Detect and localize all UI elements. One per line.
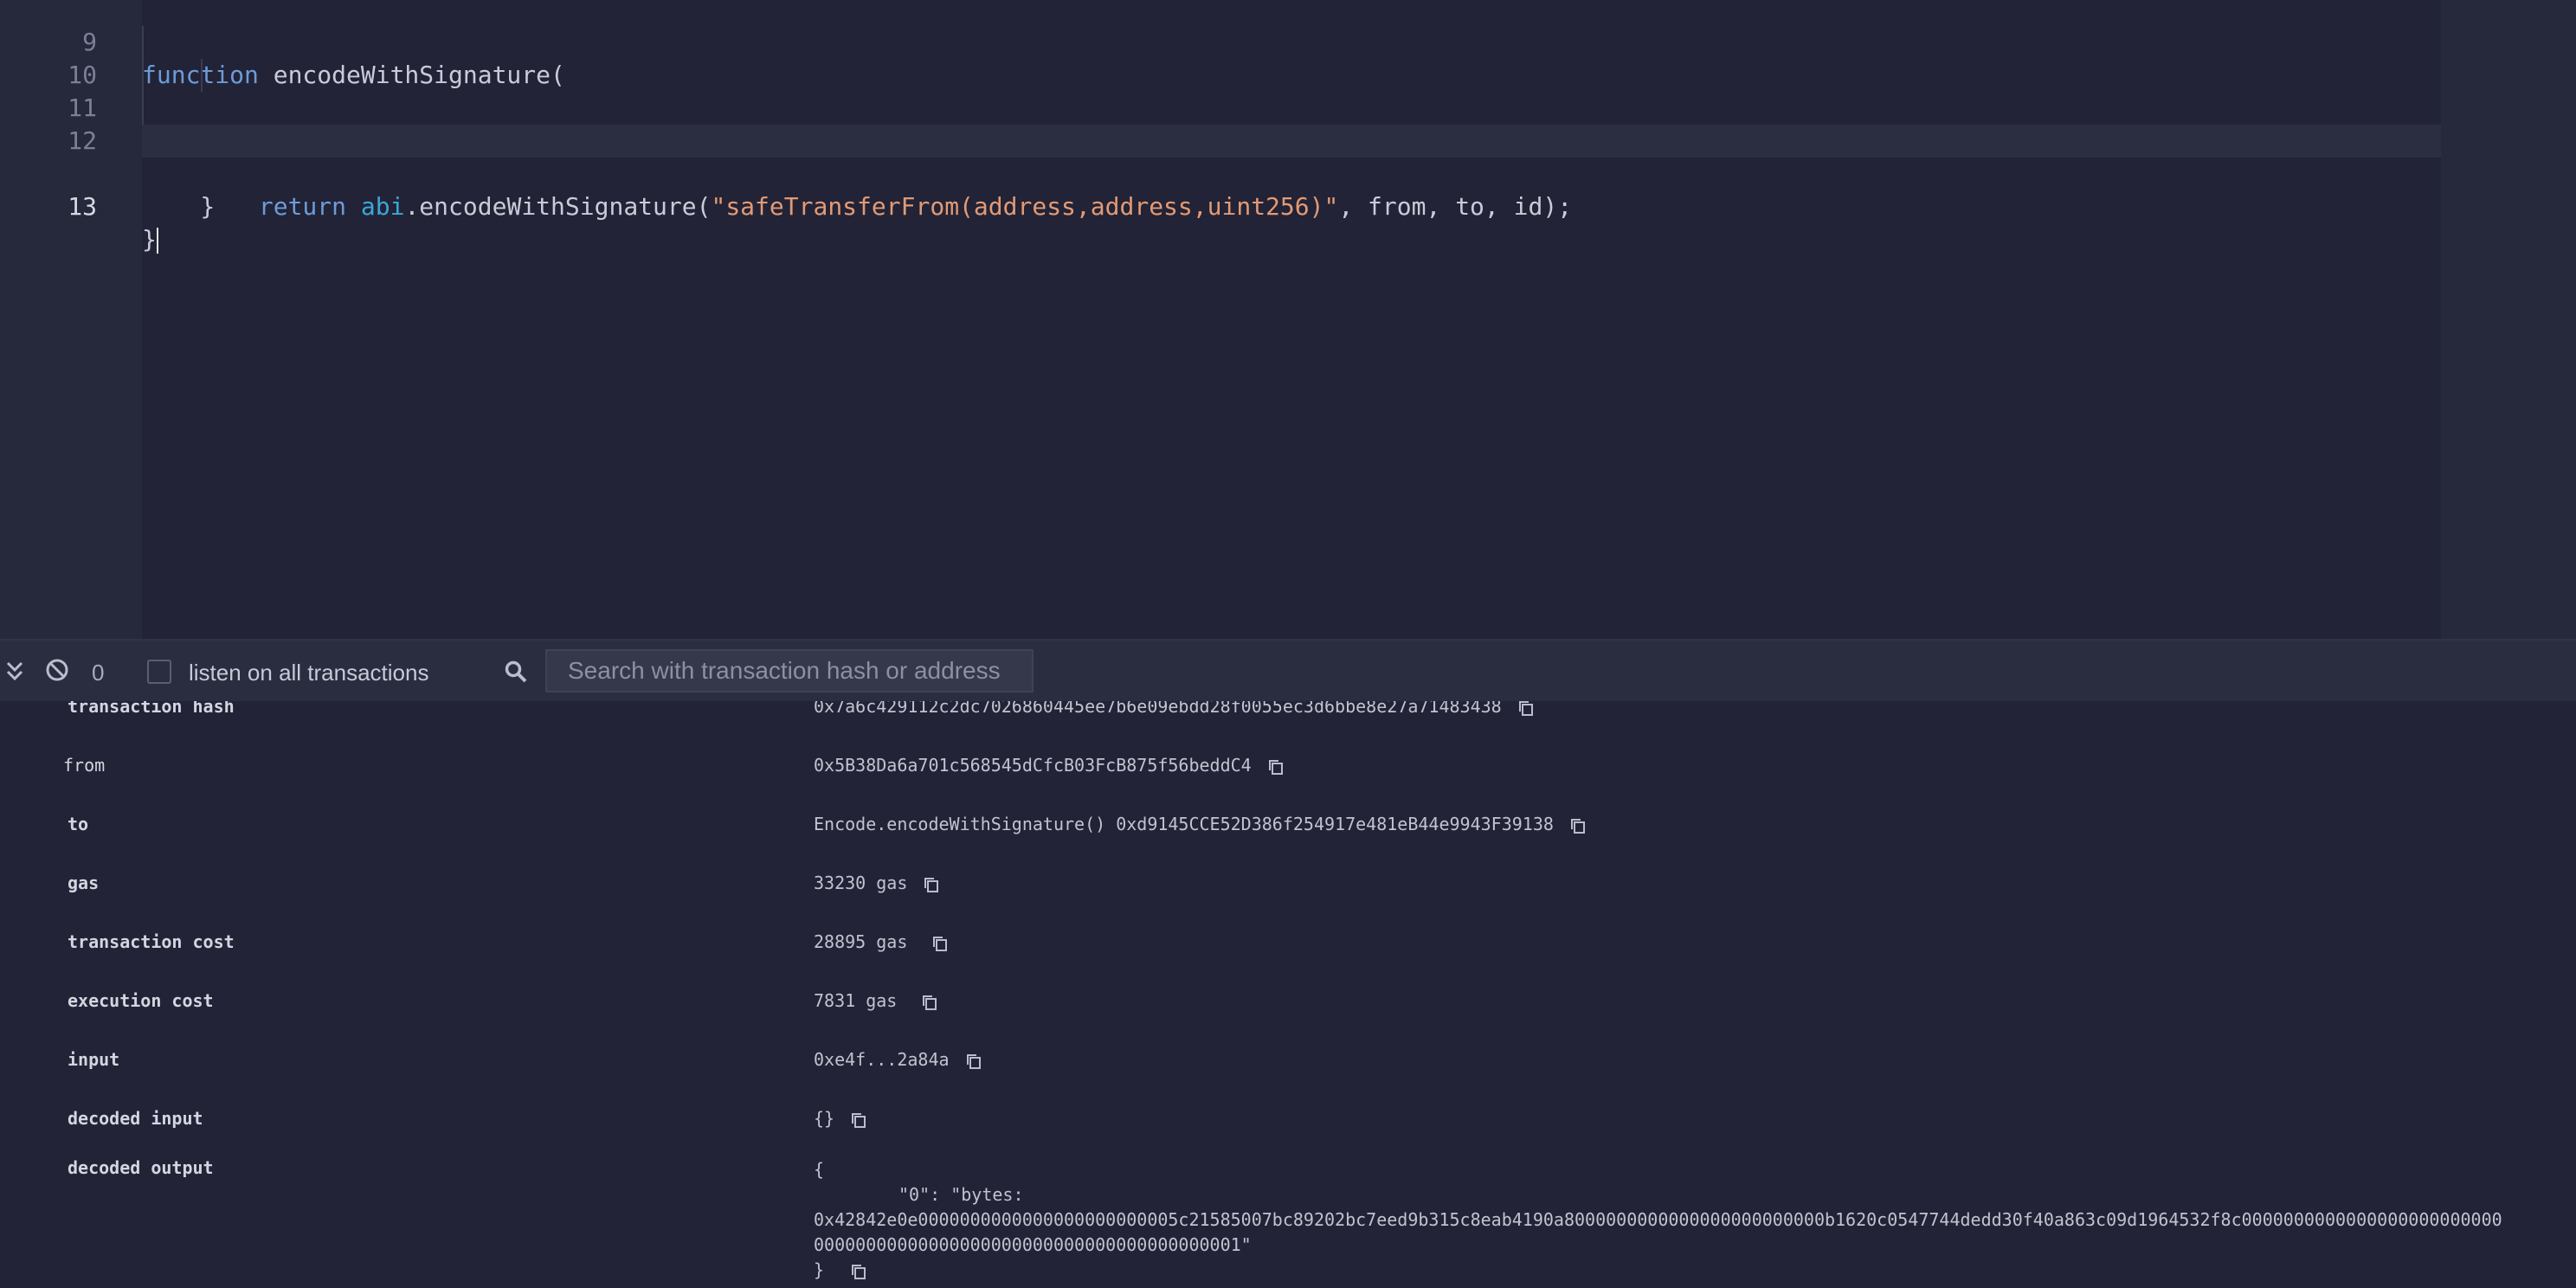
code-line-10[interactable]: 10 ) external returns (bytes memory) {	[0, 26, 2576, 155]
tx-key: decoded output	[68, 1157, 214, 1178]
code-text: }	[142, 225, 158, 254]
copy-icon[interactable]	[1267, 758, 1285, 776]
copy-icon[interactable]	[931, 935, 949, 952]
pending-tx-count: 0	[92, 660, 105, 686]
copy-icon[interactable]	[921, 994, 938, 1011]
copy-icon[interactable]	[850, 1263, 867, 1280]
code-line-13[interactable]: 13 }	[0, 125, 2576, 254]
indent-guide	[142, 59, 144, 92]
copy-icon[interactable]	[1569, 817, 1587, 834]
tx-key: from	[63, 755, 106, 776]
transaction-details: transaction hash 0x7a6c429112c2dc7026860…	[0, 701, 2576, 1288]
tx-value: {}	[814, 1108, 867, 1129]
copy-icon[interactable]	[850, 1111, 867, 1129]
double-chevron-down-icon[interactable]	[5, 660, 24, 684]
tx-key: execution cost	[68, 990, 214, 1011]
text-cursor	[156, 228, 158, 254]
tx-key: input	[68, 1049, 120, 1070]
listen-all-label: listen on all transactions	[189, 660, 429, 686]
clear-console-icon[interactable]	[45, 658, 69, 682]
code-line-12[interactable]: 12 }	[0, 92, 2576, 221]
code-editor[interactable]: 9 function encodeWithSignature( 10 ) ext…	[0, 0, 2576, 639]
indent-guide	[201, 59, 203, 92]
copy-icon[interactable]	[923, 876, 940, 893]
copy-icon[interactable]	[965, 1053, 982, 1070]
line-number: 13	[68, 192, 97, 221]
tx-value: 7831 gas	[814, 990, 938, 1011]
code-text: }	[142, 192, 216, 221]
tx-key: gas	[68, 873, 100, 893]
current-line-highlight	[142, 125, 2441, 158]
code-text: return abi.encodeWithSignature("safeTran…	[258, 192, 1573, 221]
listen-all-checkbox[interactable]	[147, 660, 171, 684]
code-line-9[interactable]: 9 function encodeWithSignature(	[0, 0, 2576, 89]
tx-search-input[interactable]	[545, 649, 1034, 692]
tx-key: transaction hash	[68, 701, 235, 717]
tx-key: transaction cost	[68, 931, 235, 952]
tx-value: 33230 gas	[814, 873, 940, 893]
tx-value: 0x5B38Da6a701c568545dCfcB03FcB875f56bedd…	[814, 755, 1285, 776]
tx-value: 0xe4f...2a84a	[814, 1049, 982, 1070]
tx-value: Encode.encodeWithSignature() 0xd9145CCE5…	[814, 814, 1587, 834]
indent-guide	[142, 26, 144, 59]
indent-guide	[142, 92, 144, 125]
copy-icon[interactable]	[1517, 701, 1535, 717]
search-icon	[504, 660, 528, 684]
tx-key: decoded input	[68, 1108, 203, 1129]
code-line-11[interactable]: 11 return abi.encodeWithSignature("safeT…	[0, 59, 2576, 221]
tx-key: to	[68, 814, 89, 834]
decoded-output-value: {"0": "bytes: 0x42842e0e00000000000000000…	[814, 1159, 2502, 1280]
tx-value: 28895 gas	[814, 931, 949, 952]
tx-value: 0x7a6c429112c2dc7026860445ee7b6e09ebdd28…	[814, 701, 1535, 717]
terminal-toolbar: 0 listen on all transactions	[0, 639, 2576, 703]
